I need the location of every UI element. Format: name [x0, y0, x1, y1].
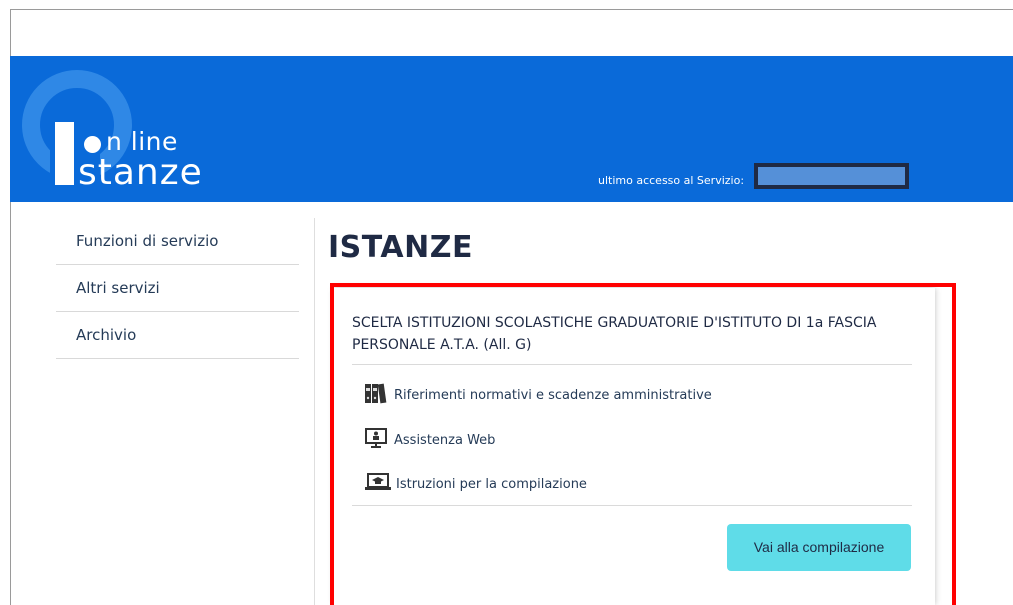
istanza-card: SCELTA ISTITUZIONI SCOLASTICHE GRADUATOR… — [334, 288, 935, 605]
monitor-person-icon — [364, 427, 390, 453]
link-label: Assistenza Web — [394, 432, 496, 448]
last-access-label: ultimo accesso al Servizio: — [598, 174, 745, 187]
card-title: SCELTA ISTITUZIONI SCOLASTICHE GRADUATOR… — [352, 315, 877, 353]
sidebar-item-altri-servizi[interactable]: Altri servizi — [56, 265, 299, 312]
page-title: ISTANZE — [328, 230, 473, 265]
sidebar: Funzioni di servizio Altri servizi Archi… — [56, 218, 299, 359]
logo-dot — [84, 136, 101, 153]
logo-i-bar — [55, 122, 74, 185]
sidebar-item-archivio[interactable]: Archivio — [56, 312, 299, 359]
vai-alla-compilazione-button[interactable]: Vai alla compilazione — [727, 524, 911, 571]
link-assistenza-web[interactable]: Assistenza Web — [364, 427, 495, 453]
card-divider-top — [352, 364, 912, 365]
logo-stanze-text: stanze — [78, 152, 203, 193]
link-label: Riferimenti normativi e scadenze amminis… — [394, 387, 712, 403]
laptop-graduation-icon — [364, 471, 392, 497]
last-access-value-redacted — [754, 163, 909, 189]
link-istruzioni-compilazione[interactable]: Istruzioni per la compilazione — [364, 471, 587, 497]
card-divider-bottom — [352, 505, 912, 506]
sidebar-item-funzioni-di-servizio[interactable]: Funzioni di servizio — [56, 218, 299, 265]
link-label: Istruzioni per la compilazione — [396, 476, 587, 492]
binders-icon — [364, 382, 390, 408]
header-banner: n line stanze ultimo accesso al Servizio… — [10, 56, 1013, 202]
link-riferimenti-normativi[interactable]: Riferimenti normativi e scadenze amminis… — [364, 382, 712, 408]
sidebar-divider — [314, 218, 315, 605]
